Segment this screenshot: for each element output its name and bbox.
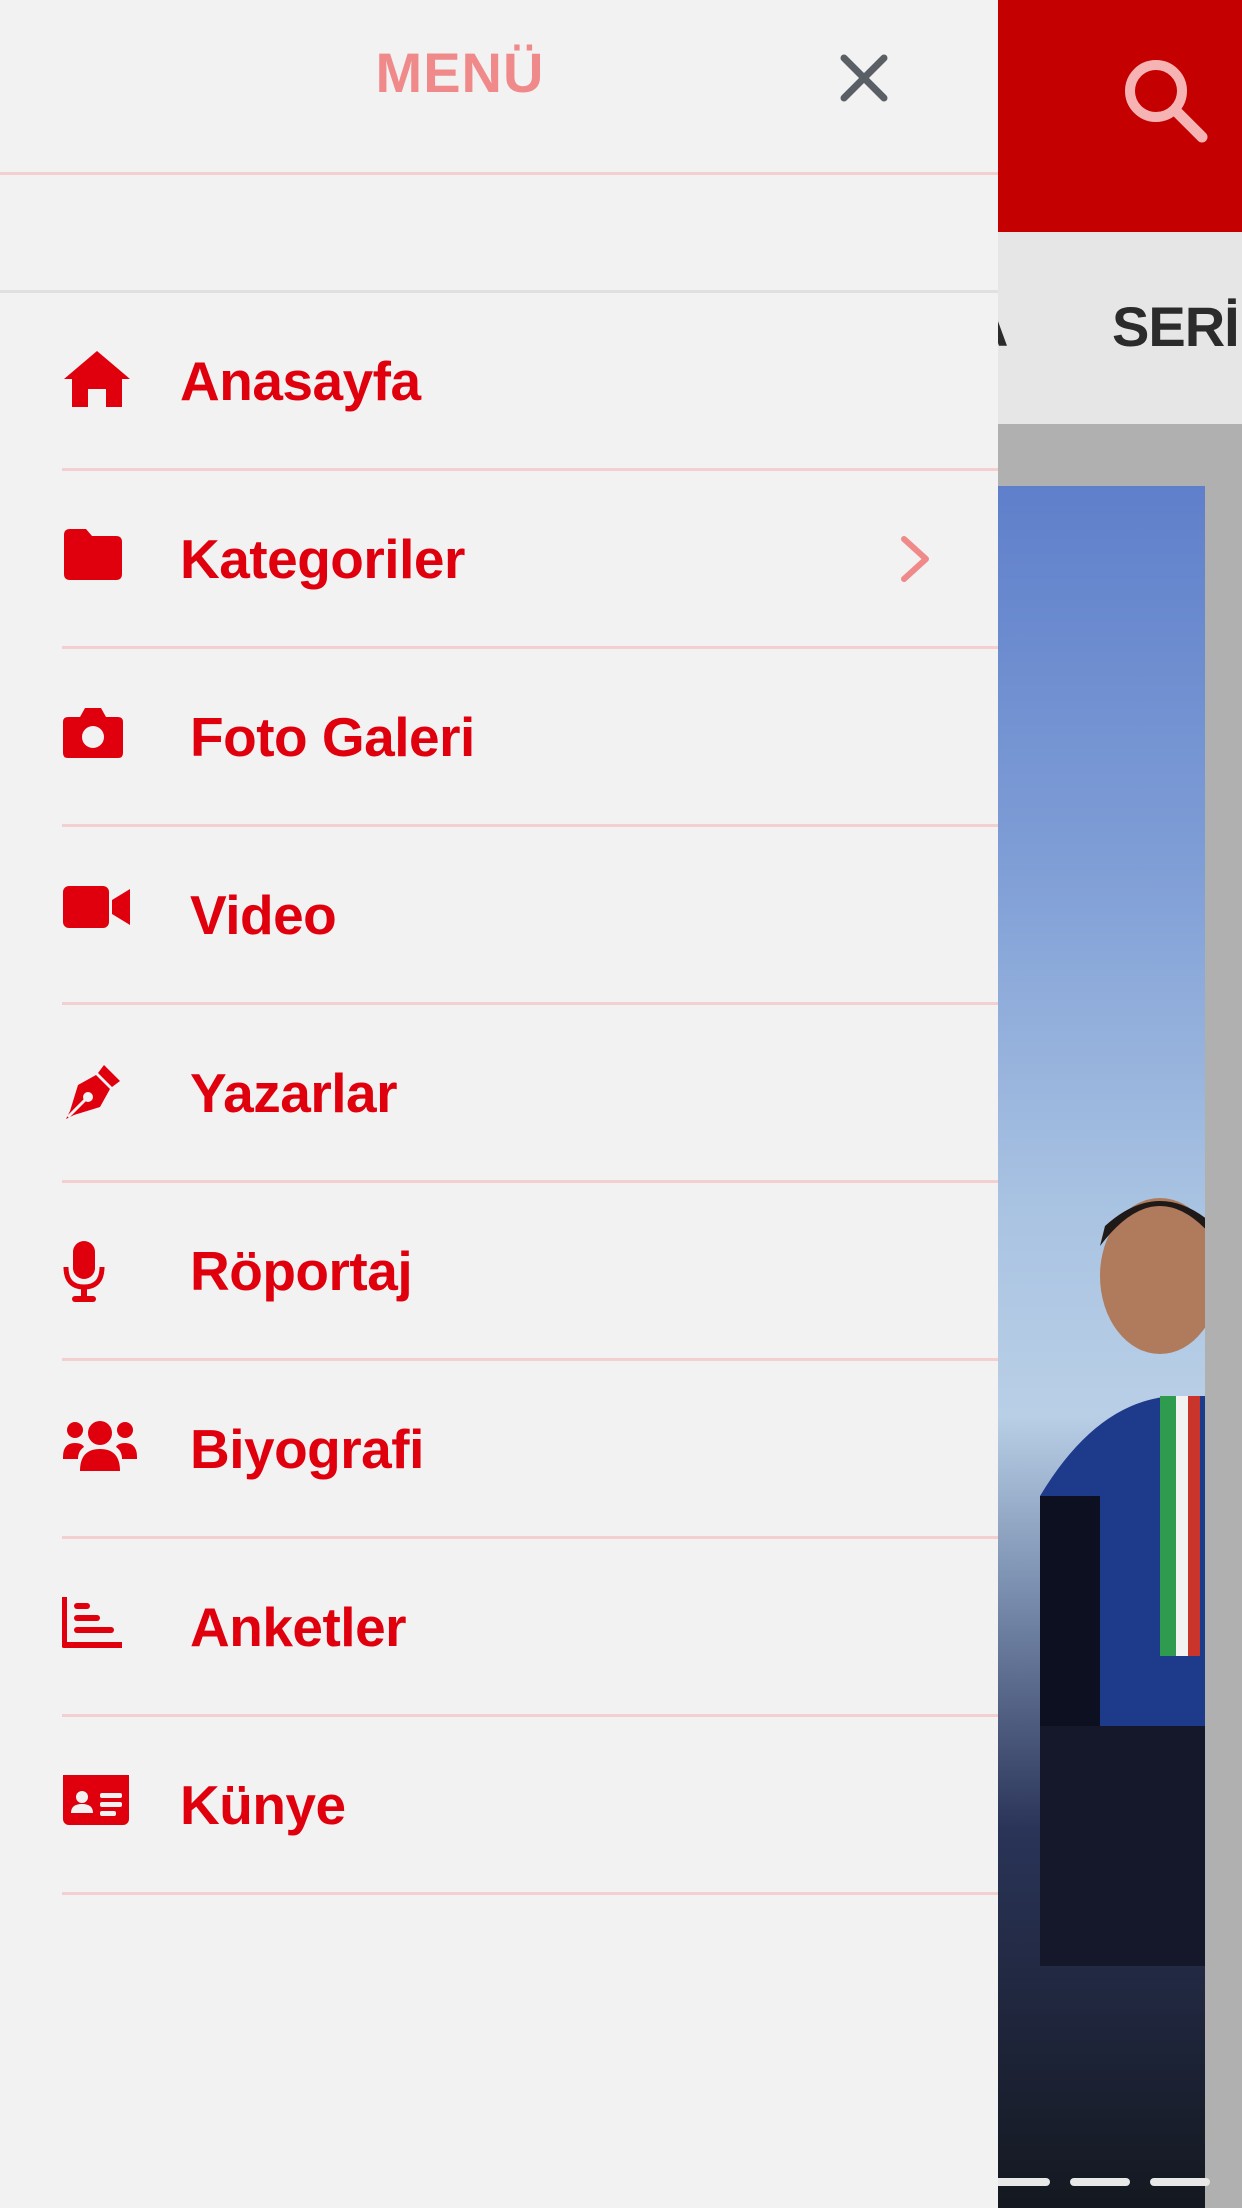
slider-dot[interactable]	[990, 2178, 1050, 2186]
menu-item-anketler[interactable]: Anketler	[62, 1539, 998, 1717]
chevron-right-icon	[898, 531, 934, 587]
menu-item-kategoriler[interactable]: Kategoriler	[62, 471, 998, 649]
close-button[interactable]	[836, 50, 892, 106]
menu-item-video[interactable]: Video	[62, 827, 998, 1005]
camera-icon	[62, 705, 138, 769]
microphone-icon	[62, 1239, 138, 1303]
search-icon	[1125, 60, 1208, 143]
chart-icon	[62, 1595, 138, 1659]
menu-list: Anasayfa Kategoriler Foto Galeri Video Y…	[0, 293, 998, 1895]
search-button[interactable]	[1120, 55, 1210, 145]
menu-item-label: Anasayfa	[180, 349, 421, 412]
slider-dot[interactable]	[1150, 2178, 1210, 2186]
menu-item-roportaj[interactable]: Röportaj	[62, 1183, 998, 1361]
menu-item-label: Künye	[180, 1773, 346, 1836]
menu-item-yazarlar[interactable]: Yazarlar	[62, 1005, 998, 1183]
drawer-header: MENÜ	[0, 0, 998, 175]
video-icon	[62, 883, 138, 947]
drawer-spacer	[0, 175, 998, 293]
users-icon	[62, 1417, 138, 1481]
hero-image[interactable]	[980, 486, 1205, 2208]
slider-indicator	[990, 2178, 1210, 2186]
menu-item-label: Anketler	[190, 1595, 407, 1658]
menu-item-anasayfa[interactable]: Anasayfa	[62, 293, 998, 471]
navigation-drawer: MENÜ Anasayfa Kategoriler Foto Galeri Vi…	[0, 0, 998, 2208]
drawer-title: MENÜ	[375, 41, 545, 104]
menu-item-label: Video	[190, 883, 337, 946]
menu-item-label: Biyografi	[190, 1417, 424, 1480]
id-card-icon	[62, 1773, 138, 1837]
menu-item-label: Yazarlar	[190, 1061, 398, 1124]
player-photo	[1040, 1198, 1205, 1966]
menu-item-biyografi[interactable]: Biyografi	[62, 1361, 998, 1539]
home-icon	[62, 349, 138, 413]
folder-icon	[62, 527, 138, 591]
category-tab[interactable]: SERİ	[1112, 294, 1240, 359]
close-icon	[840, 54, 888, 102]
menu-item-kunye[interactable]: Künye	[62, 1717, 998, 1895]
menu-item-label: Foto Galeri	[190, 705, 475, 768]
pen-icon	[62, 1061, 138, 1125]
menu-item-foto-galeri[interactable]: Foto Galeri	[62, 649, 998, 827]
menu-item-label: Röportaj	[190, 1239, 413, 1302]
menu-item-label: Kategoriler	[180, 527, 465, 590]
slider-dot[interactable]	[1070, 2178, 1130, 2186]
